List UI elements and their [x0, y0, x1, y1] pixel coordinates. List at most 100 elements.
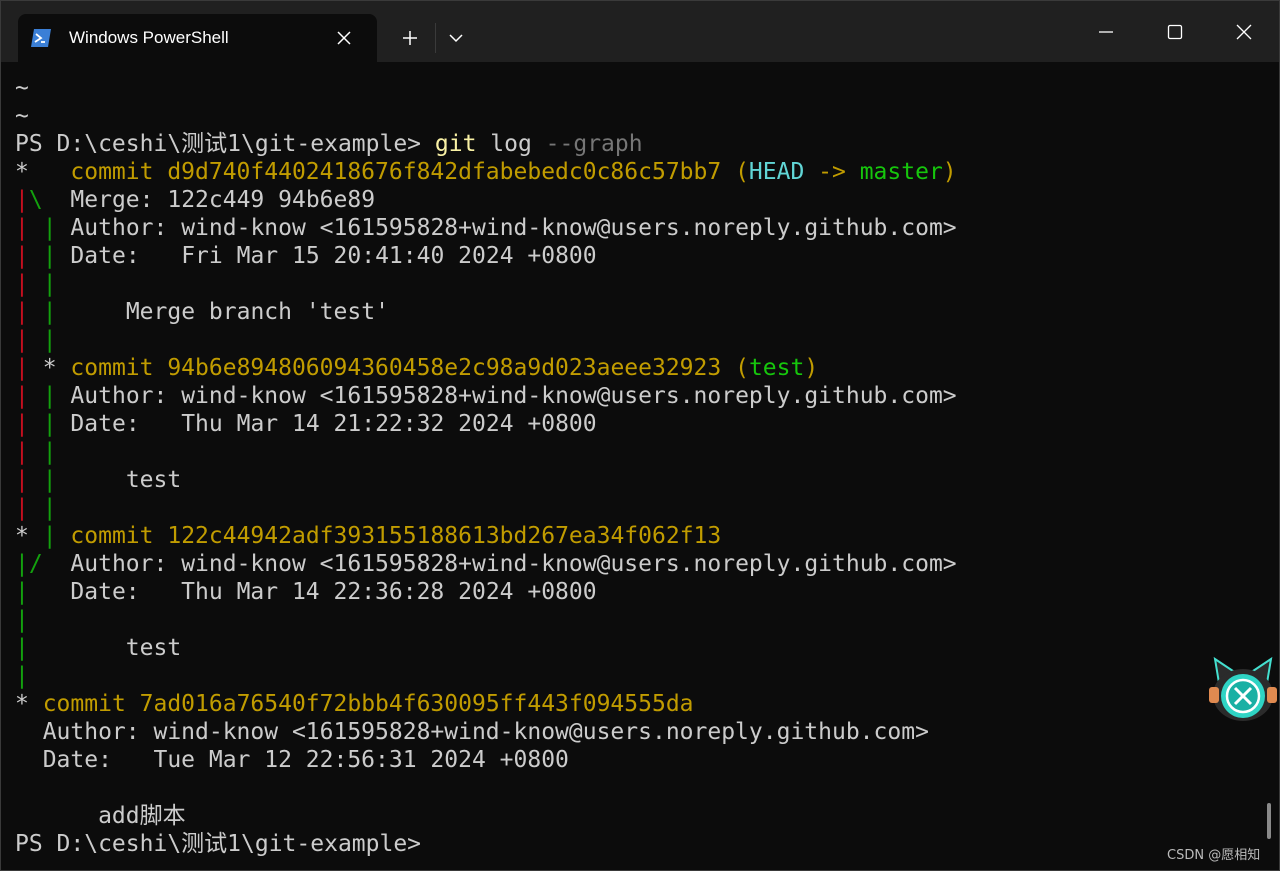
terminal-text-segment: | — [42, 467, 57, 493]
terminal-text-segment: Date: Thu Mar 14 22:36:28 2024 +0800 — [28, 579, 597, 605]
terminal-line: |\ Merge: 122c449 94b6e89 — [15, 186, 957, 214]
terminal-text-segment: Merge: 122c449 94b6e89 — [42, 187, 376, 213]
csdn-watermark: CSDN @愿相知 — [1167, 848, 1261, 863]
terminal-text-segment: | — [42, 299, 57, 325]
terminal-text-segment: | — [42, 243, 57, 269]
terminal-text-segment: | — [15, 187, 29, 213]
terminal-text-segment: Date: Thu Mar 14 21:22:32 2024 +0800 — [56, 411, 597, 437]
terminal-text-segment: / — [28, 551, 43, 577]
terminal-area[interactable]: ~ ~ PS D:\ceshi\测试1\git-example> git log -… — [1, 62, 1267, 870]
terminal-text-segment: | — [42, 271, 57, 297]
close-window-icon[interactable] — [1210, 1, 1278, 62]
terminal-text-segment: | — [42, 439, 57, 465]
terminal-text-segment: log — [476, 131, 546, 157]
terminal-line: | | — [15, 326, 957, 354]
terminal-text-segment: add脚本 — [15, 803, 186, 829]
terminal-text-segment: ) — [804, 355, 819, 381]
terminal-output: ~ ~ PS D:\ceshi\测试1\git-example> git log -… — [1, 74, 957, 858]
terminal-text-segment: | — [15, 271, 29, 297]
terminal-text-segment: * — [15, 523, 43, 549]
terminal-line: | | Merge branch 'test' — [15, 298, 957, 326]
terminal-line: | | Author: wind-know <161595828+wind-kn… — [15, 382, 957, 410]
terminal-text-segment: \ — [28, 187, 43, 213]
terminal-text-segment: test — [28, 635, 182, 661]
terminal-text-segment: ) — [942, 159, 957, 185]
terminal-text-segment: | — [15, 243, 29, 269]
terminal-text-segment: HEAD — [748, 159, 805, 185]
terminal-text-segment: -> — [804, 159, 860, 185]
terminal-text-segment: | — [15, 579, 29, 605]
terminal-line: | | — [15, 438, 957, 466]
terminal-text-segment: test — [748, 355, 805, 381]
close-tab-icon[interactable] — [332, 26, 356, 50]
powershell-icon — [30, 28, 52, 48]
terminal-text-segment: | — [42, 495, 57, 521]
maximize-icon[interactable] — [1141, 1, 1209, 62]
terminal-text-segment: Author: wind-know <161595828+wind-know@u… — [15, 719, 929, 745]
terminal-line: * commit 7ad016a76540f72bbb4f630095ff443… — [15, 690, 957, 718]
tab-windows-powershell[interactable]: Windows PowerShell — [18, 14, 377, 62]
terminal-text-segment: | — [15, 327, 29, 353]
terminal-text-segment: ~ — [15, 75, 29, 101]
terminal-text-segment: | — [42, 523, 57, 549]
scrollbar-thumb[interactable] — [1267, 803, 1271, 839]
terminal-line: Date: Tue Mar 12 22:56:31 2024 +0800 — [15, 746, 957, 774]
mascot-avatar-icon[interactable] — [1207, 653, 1279, 725]
terminal-text-segment: * — [28, 355, 71, 381]
terminal-text-segment: | — [15, 467, 29, 493]
terminal-line: | Date: Thu Mar 14 22:36:28 2024 +0800 — [15, 578, 957, 606]
title-bar: Windows PowerShell — [1, 1, 1279, 62]
terminal-line: * | commit 122c44942adf393155188613bd267… — [15, 522, 957, 550]
terminal-text-segment: master — [859, 159, 943, 185]
terminal-text-segment: | — [42, 383, 57, 409]
terminal-text-segment: | — [15, 607, 29, 633]
terminal-line: PS D:\ceshi\测试1\git-example> git log --g… — [15, 130, 957, 158]
terminal-line: | — [15, 662, 957, 690]
terminal-text-segment: ~ — [15, 103, 29, 129]
terminal-text-segment: PS D:\ceshi\测试1\git-example> — [15, 831, 422, 857]
terminal-text-segment: Author: wind-know <161595828+wind-know@u… — [56, 383, 957, 409]
terminal-line: | | test — [15, 466, 957, 494]
terminal-text-segment: | — [15, 551, 29, 577]
terminal-text-segment: | — [15, 411, 29, 437]
terminal-text-segment: git — [434, 131, 477, 157]
terminal-text-segment: commit 94b6e894806094360458e2c98a9d023ae… — [70, 355, 736, 381]
terminal-text-segment: | — [15, 215, 29, 241]
minimize-icon[interactable] — [1072, 1, 1140, 62]
terminal-text-segment: | — [15, 495, 29, 521]
terminal-text-segment: Author: wind-know <161595828+wind-know@u… — [42, 551, 957, 577]
tab-title: Windows PowerShell — [69, 28, 229, 47]
terminal-text-segment: | — [15, 383, 29, 409]
terminal-text-segment: --graph — [545, 131, 643, 157]
terminal-text-segment: | — [15, 439, 29, 465]
terminal-line: | test — [15, 634, 957, 662]
terminal-text-segment: commit 7ad016a76540f72bbb4f630095ff443f0… — [42, 691, 694, 717]
new-tab-plus-icon[interactable] — [395, 23, 425, 53]
terminal-line: |/ Author: wind-know <161595828+wind-kno… — [15, 550, 957, 578]
terminal-text-segment: Author: wind-know <161595828+wind-know@u… — [56, 215, 957, 241]
terminal-text-segment: | — [42, 411, 57, 437]
chevron-down-icon[interactable] — [441, 23, 471, 53]
terminal-line: | | Date: Fri Mar 15 20:41:40 2024 +0800 — [15, 242, 957, 270]
terminal-text-segment: * — [15, 691, 43, 717]
terminal-text-segment: commit 122c44942adf393155188613bd267ea34… — [70, 523, 722, 549]
terminal-line: | | — [15, 270, 957, 298]
terminal-line: | * commit 94b6e894806094360458e2c98a9d0… — [15, 354, 957, 382]
terminal-text-segment: ( — [735, 159, 749, 185]
terminal-line: add脚本 — [15, 802, 957, 830]
terminal-line: Author: wind-know <161595828+wind-know@u… — [15, 718, 957, 746]
terminal-line: | | Date: Thu Mar 14 21:22:32 2024 +0800 — [15, 410, 957, 438]
terminal-line: PS D:\ceshi\测试1\git-example> — [15, 830, 957, 858]
powershell-window: Windows PowerShell ~ ~ PS D:\ceshi\测试1\g… — [0, 0, 1280, 871]
terminal-text-segment: test — [56, 467, 182, 493]
